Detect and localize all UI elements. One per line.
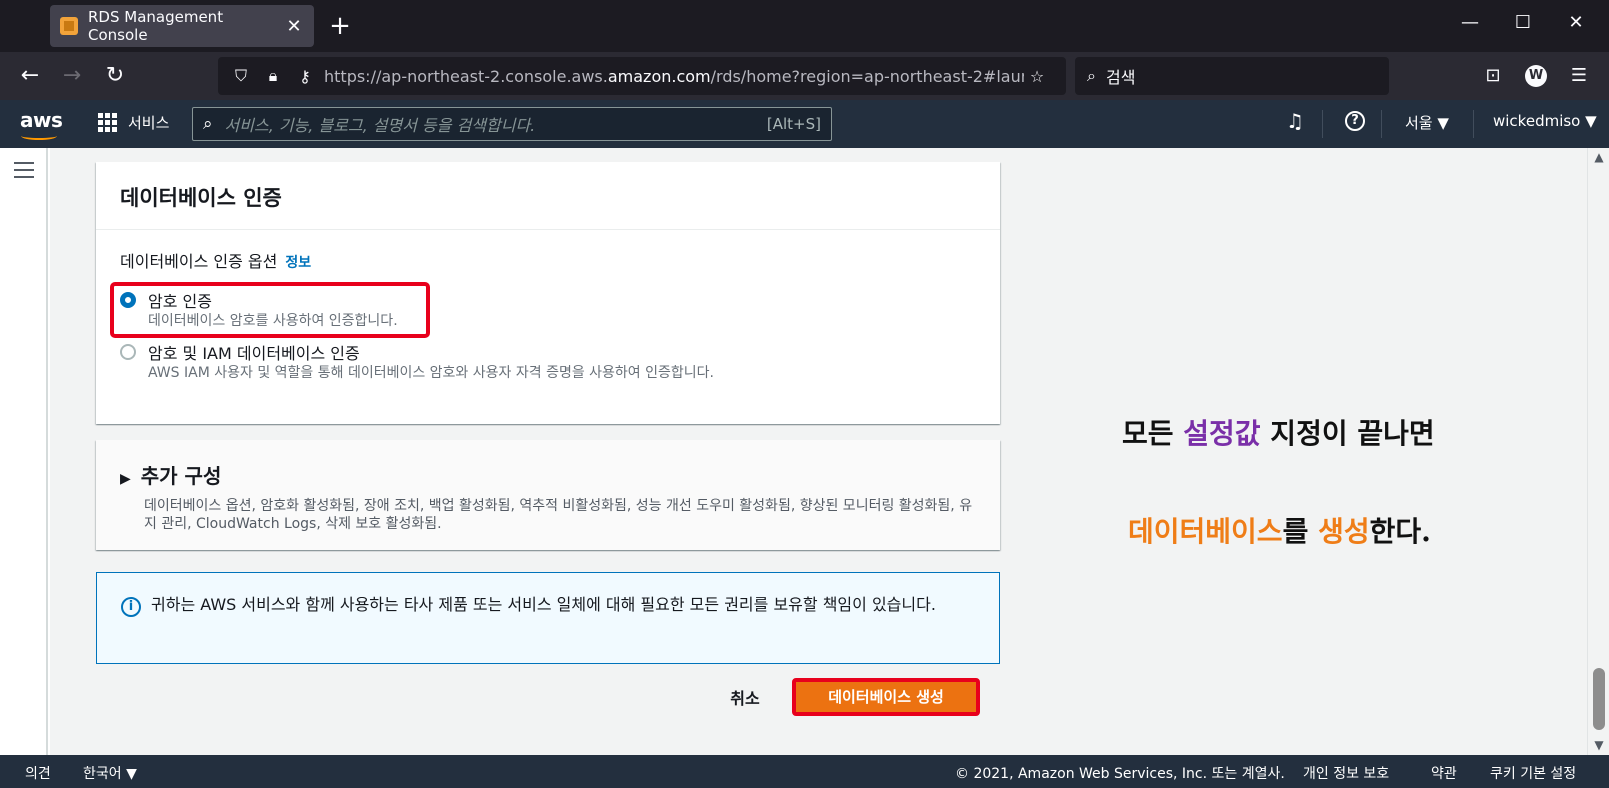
pocket-icon[interactable]: ⊡ bbox=[1479, 62, 1507, 90]
menu-icon[interactable]: ☰ bbox=[1565, 62, 1593, 90]
aws-search-placeholder: 서비스, 기능, 블로그, 설명서 등을 검색합니다. bbox=[224, 116, 536, 135]
privacy-link[interactable]: 개인 정보 보호 bbox=[1303, 763, 1389, 783]
forward-icon[interactable]: → bbox=[58, 62, 86, 90]
additional-config-heading: 추가 구성 bbox=[140, 464, 222, 488]
password-iam-auth-title[interactable]: 암호 및 IAM 데이터베이스 인증 bbox=[148, 340, 360, 364]
header-divider bbox=[1473, 110, 1474, 138]
info-link[interactable]: 정보 bbox=[285, 255, 311, 271]
aws-logo[interactable]: aws bbox=[20, 108, 63, 140]
bookmark-star-icon[interactable]: ☆ bbox=[1024, 67, 1050, 86]
auth-options-text: 데이터베이스 인증 옵션 bbox=[120, 252, 278, 271]
create-database-button[interactable]: 데이터베이스 생성 bbox=[792, 678, 980, 716]
scroll-down-icon[interactable]: ▼ bbox=[1588, 738, 1609, 752]
highlight-box bbox=[110, 282, 430, 338]
browser-tab[interactable]: RDS Management Console ✕ bbox=[50, 5, 314, 47]
browser-nav-bar: ← → ↻ ⛉ 🔒︎ ⚷ https://ap-northeast-2.cons… bbox=[0, 52, 1609, 100]
reload-icon[interactable]: ↻ bbox=[101, 62, 129, 90]
language-selector[interactable]: 한국어 ▼ bbox=[83, 763, 137, 783]
lock-icon[interactable]: 🔒︎ bbox=[260, 66, 286, 86]
back-icon[interactable]: ← bbox=[16, 62, 44, 90]
help-icon[interactable]: ? bbox=[1345, 110, 1365, 131]
close-tab-icon[interactable]: ✕ bbox=[284, 16, 304, 37]
header-divider bbox=[1322, 110, 1323, 138]
services-label: 서비스 bbox=[128, 114, 170, 132]
header-divider bbox=[1381, 110, 1382, 138]
db-auth-heading: 데이터베이스 인증 bbox=[96, 162, 1000, 230]
info-notice: i 귀하는 AWS 서비스와 함께 사용하는 타사 제품 또는 서비스 일체에 … bbox=[96, 572, 1000, 664]
info-icon: i bbox=[121, 597, 141, 617]
search-icon: ⌕ bbox=[1087, 66, 1096, 85]
account-menu[interactable]: wickedmiso ▼ bbox=[1493, 112, 1597, 130]
cookie-settings-link[interactable]: 쿠키 기본 설정 bbox=[1490, 763, 1576, 783]
scrollbar-thumb[interactable] bbox=[1593, 668, 1605, 730]
aws-favicon-icon bbox=[60, 17, 78, 35]
minimize-icon[interactable]: — bbox=[1455, 12, 1485, 33]
cancel-button[interactable]: 취소 bbox=[715, 684, 775, 714]
browser-search-bar[interactable]: ⌕ 검색 bbox=[1075, 57, 1389, 95]
terms-link[interactable]: 약관 bbox=[1431, 763, 1457, 783]
auth-options-label: 데이터베이스 인증 옵션 정보 bbox=[120, 248, 311, 272]
url-bar[interactable]: ⛉ 🔒︎ ⚷ https://ap-northeast-2.console.aw… bbox=[218, 57, 1066, 95]
caret-right-icon: ▶ bbox=[120, 471, 131, 487]
maximize-icon[interactable]: ☐ bbox=[1508, 12, 1538, 33]
info-notice-text: 귀하는 AWS 서비스와 함께 사용하는 타사 제품 또는 서비스 일체에 대해… bbox=[151, 595, 936, 614]
radio-password-iam-auth[interactable] bbox=[120, 344, 136, 360]
side-nav-strip bbox=[0, 148, 48, 755]
scroll-up-icon[interactable]: ▲ bbox=[1588, 150, 1609, 164]
search-shortcut: [Alt+S] bbox=[766, 115, 821, 133]
main-content: 데이터베이스 인증 데이터베이스 인증 옵션 정보 암호 인증 데이터베이스 암호… bbox=[50, 148, 1587, 755]
services-menu[interactable]: 서비스 bbox=[98, 112, 169, 133]
tab-title: RDS Management Console bbox=[88, 8, 224, 44]
annotation-line-1: 모든 설정값 지정이 끝나면 bbox=[1122, 417, 1435, 450]
search-icon: ⌕ bbox=[203, 114, 213, 134]
new-tab-button[interactable]: + bbox=[326, 12, 354, 40]
region-selector[interactable]: 서울 ▼ bbox=[1405, 112, 1449, 133]
hamburger-menu-icon[interactable] bbox=[14, 162, 34, 183]
account-icon[interactable]: W bbox=[1522, 62, 1550, 90]
aws-header: aws 서비스 ⌕ 서비스, 기능, 블로그, 설명서 등을 검색합니다. [A… bbox=[0, 100, 1609, 148]
grid-icon bbox=[98, 112, 118, 133]
page-scrollbar[interactable]: ▲ ▼ bbox=[1587, 148, 1609, 755]
aws-search-input[interactable]: ⌕ 서비스, 기능, 블로그, 설명서 등을 검색합니다. [Alt+S] bbox=[192, 107, 832, 141]
console-footer: 의견 한국어 ▼ © 2021, Amazon Web Services, In… bbox=[0, 755, 1609, 788]
additional-config-panel: ▶ 추가 구성 데이터베이스 옵션, 암호화 활성화됨, 장애 조치, 백업 활성… bbox=[96, 440, 1000, 550]
notification-bell-icon[interactable]: ♫ bbox=[1286, 109, 1304, 133]
copyright-text: © 2021, Amazon Web Services, Inc. 또는 계열사… bbox=[955, 766, 1285, 782]
additional-config-expander[interactable]: ▶ 추가 구성 bbox=[120, 460, 221, 489]
additional-config-desc: 데이터베이스 옵션, 암호화 활성화됨, 장애 조치, 백업 활성화됨, 역추적… bbox=[144, 498, 973, 532]
password-iam-auth-desc: AWS IAM 사용자 및 역할을 통해 데이터베이스 암호와 사용자 자격 증… bbox=[148, 365, 714, 381]
annotation-line-2: 데이터베이스를 생성한다. bbox=[1128, 515, 1431, 548]
feedback-link[interactable]: 의견 bbox=[25, 763, 51, 783]
browser-tab-strip: RDS Management Console ✕ + — ☐ ✕ bbox=[0, 0, 1609, 52]
browser-search-placeholder: 검색 bbox=[1105, 68, 1136, 87]
key-icon[interactable]: ⚷ bbox=[292, 67, 318, 86]
db-auth-panel: 데이터베이스 인증 데이터베이스 인증 옵션 정보 암호 인증 데이터베이스 암호… bbox=[96, 162, 1000, 424]
shield-icon[interactable]: ⛉ bbox=[228, 66, 254, 86]
url-text[interactable]: https://ap-northeast-2.console.aws.amazo… bbox=[324, 67, 1024, 86]
close-window-icon[interactable]: ✕ bbox=[1561, 12, 1591, 33]
